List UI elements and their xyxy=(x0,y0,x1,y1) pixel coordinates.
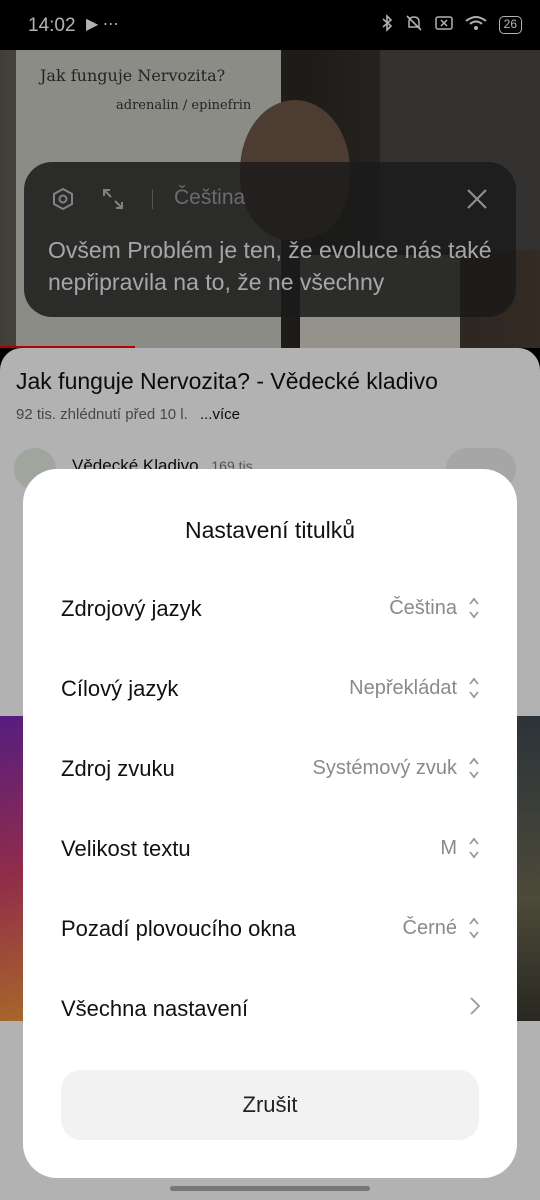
up-down-arrows-icon xyxy=(467,675,481,701)
up-down-arrows-icon xyxy=(467,915,481,941)
row-label: Cílový jazyk xyxy=(61,676,179,701)
up-down-arrows-icon xyxy=(467,755,481,781)
up-down-arrows-icon xyxy=(467,595,481,621)
up-down-arrows-icon xyxy=(467,835,481,861)
audio-source-row[interactable]: Zdroj zvuku Systémový zvuk xyxy=(23,729,517,809)
row-value: Černé xyxy=(402,917,457,939)
row-value: Systémový zvuk xyxy=(312,757,457,779)
chevron-right-icon xyxy=(469,995,481,1023)
cancel-button[interactable]: Zrušit xyxy=(61,1070,479,1140)
row-label: Zdroj zvuku xyxy=(61,756,175,781)
row-value: Čeština xyxy=(389,597,457,619)
row-value: M xyxy=(440,837,457,859)
text-size-row[interactable]: Velikost textu M xyxy=(23,809,517,889)
row-label: Velikost textu xyxy=(61,836,191,861)
row-value: Nepřekládat xyxy=(349,677,457,699)
home-indicator[interactable] xyxy=(170,1186,370,1191)
source-language-row[interactable]: Zdrojový jazyk Čeština xyxy=(23,569,517,649)
window-background-row[interactable]: Pozadí plovoucího okna Černé xyxy=(23,889,517,969)
subtitle-settings-dialog: Nastavení titulků Zdrojový jazyk Čeština… xyxy=(23,469,517,1178)
target-language-row[interactable]: Cílový jazyk Nepřekládat xyxy=(23,649,517,729)
all-settings-row[interactable]: Všechna nastavení xyxy=(23,969,517,1049)
row-label: Zdrojový jazyk xyxy=(61,596,202,621)
row-label: Pozadí plovoucího okna xyxy=(61,916,296,941)
dialog-title: Nastavení titulků xyxy=(184,517,356,543)
row-label: Všechna nastavení xyxy=(61,996,249,1021)
